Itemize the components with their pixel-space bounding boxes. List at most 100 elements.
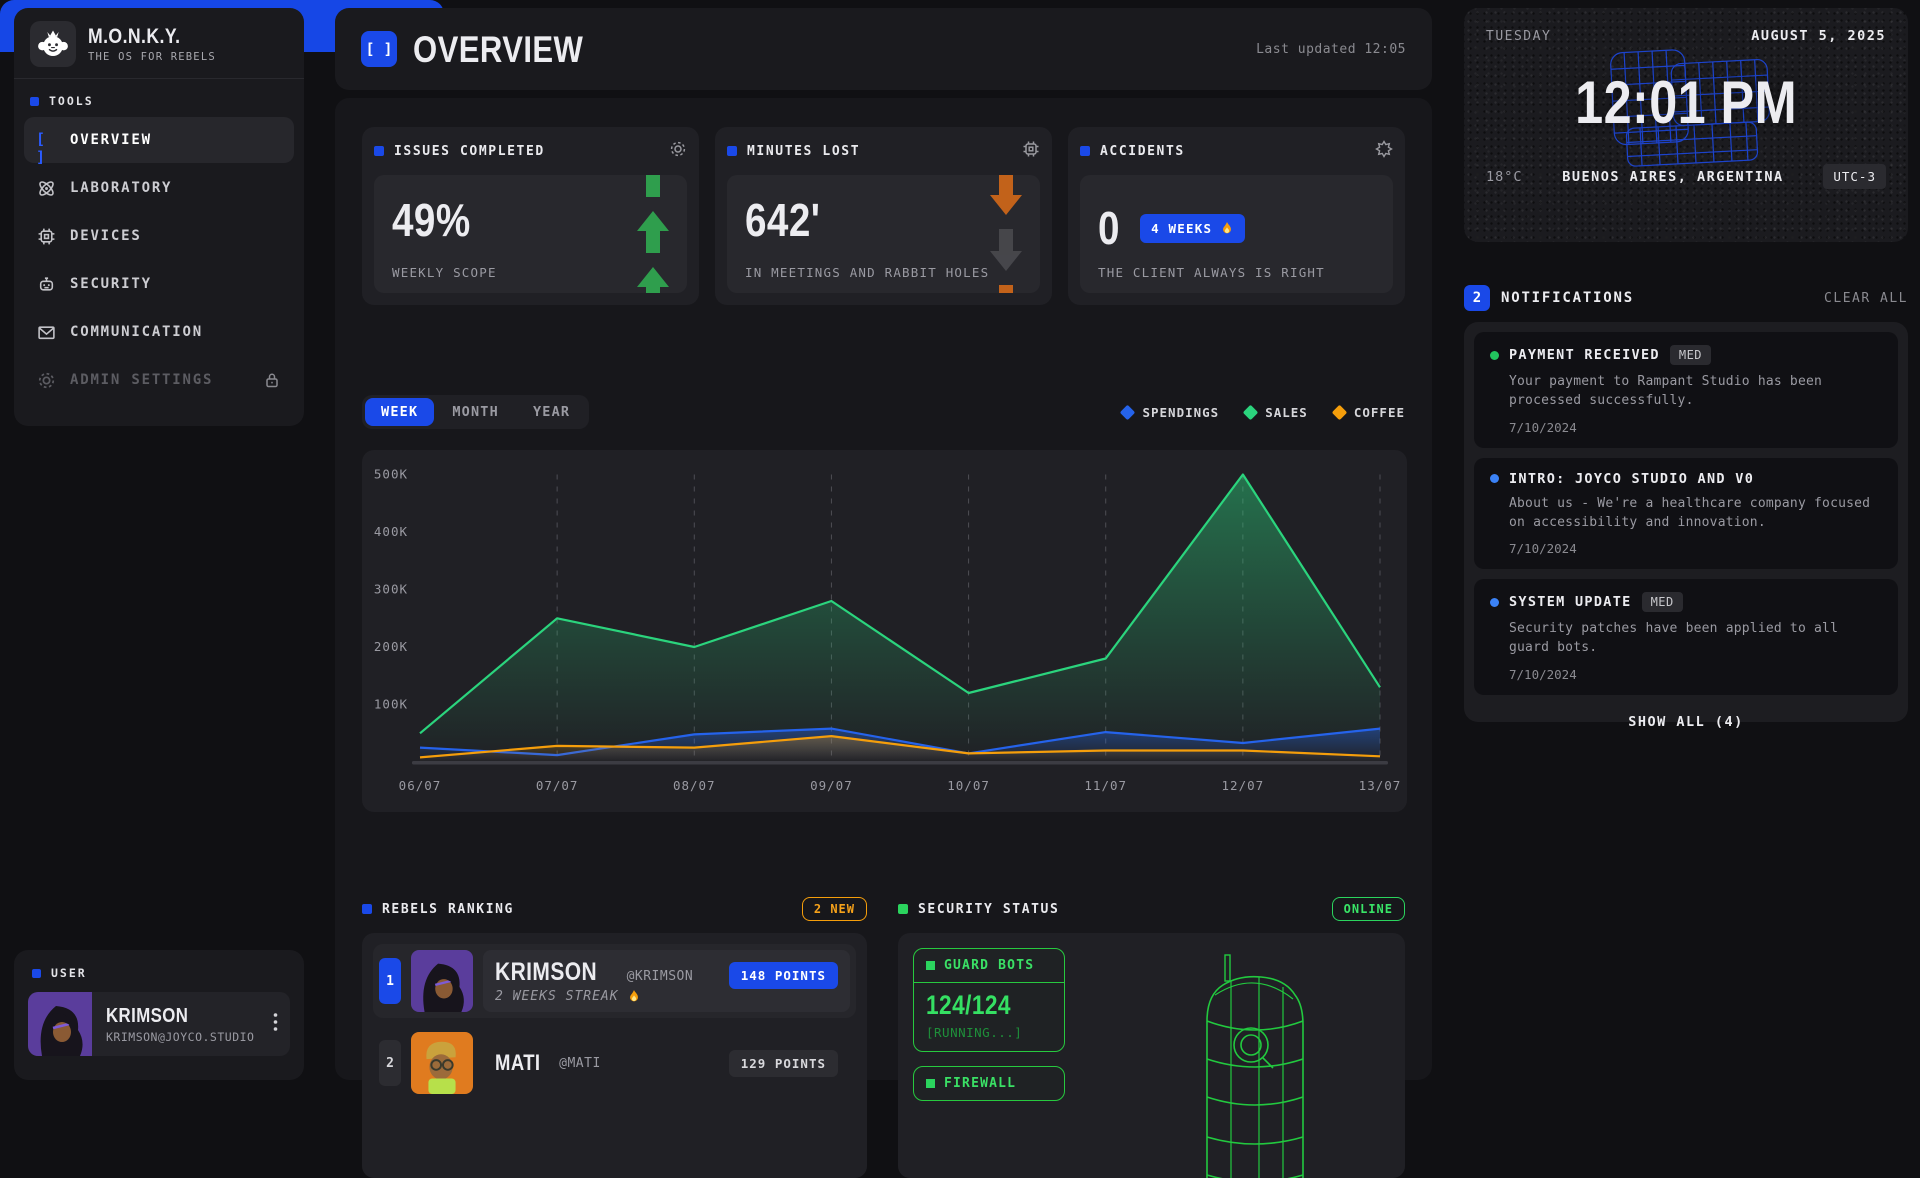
- trend-up-icon: [633, 175, 673, 293]
- points-badge: 148 POINTS: [729, 962, 838, 989]
- stat-value: 49%: [392, 197, 471, 243]
- svg-text:10/07: 10/07: [947, 778, 990, 793]
- stat-caption: WEEKLY SCOPE: [392, 265, 497, 280]
- svg-text:100K: 100K: [374, 697, 408, 712]
- stat-card-minutes-lost: MINUTES LOST 642' IN MEETINGS AND RABBIT…: [715, 127, 1052, 305]
- diamond-icon: [1243, 404, 1259, 420]
- overview-brackets-icon: [ ]: [361, 31, 397, 67]
- sidebar-item-security[interactable]: SECURITY: [24, 261, 294, 307]
- svg-text:12/07: 12/07: [1222, 778, 1265, 793]
- security-status-card: GUARD BOTS 124/124 [RUNNING...] FIREWALL: [898, 933, 1405, 1178]
- svg-text:08/07: 08/07: [673, 778, 716, 793]
- show-all-button[interactable]: SHOW ALL (4): [1474, 705, 1898, 734]
- clear-all-button[interactable]: CLEAR ALL: [1824, 291, 1908, 306]
- legend-coffee[interactable]: COFFEE: [1334, 405, 1405, 420]
- diamond-icon: [1332, 404, 1348, 420]
- stat-value: 0: [1098, 201, 1120, 255]
- chart-legend: SPENDINGS SALES COFFEE: [1122, 405, 1405, 420]
- sidebar-item-overview[interactable]: [ ] OVERVIEW: [24, 117, 294, 163]
- guard-bots-status: [RUNNING...]: [926, 1025, 1052, 1040]
- sidebar-item-communication[interactable]: COMMUNICATION: [24, 309, 294, 355]
- notification-payment-received[interactable]: PAYMENT RECEIVED MED Your payment to Ram…: [1474, 332, 1898, 448]
- points-badge: 129 POINTS: [729, 1050, 838, 1077]
- ranking-row-2[interactable]: 2 MATI @MATI 12: [373, 1026, 856, 1100]
- bottom-cards-row: REBELS RANKING 2 NEW 1: [362, 893, 1405, 1178]
- gear-icon: [36, 370, 56, 390]
- area-chart: 100K200K300K400K500K06/0707/0708/0709/07…: [362, 450, 1407, 812]
- svg-text:06/07: 06/07: [399, 778, 442, 793]
- main-content: ISSUES COMPLETED 49% WEEKLY SCOPE: [335, 98, 1432, 1080]
- monkey-logo-icon: [30, 21, 76, 67]
- card-bullet-icon: [898, 904, 908, 914]
- sidebar: M.O.N.K.Y. THE OS FOR REBELS TOOLS [ ] O…: [14, 8, 304, 426]
- chip-icon[interactable]: [1022, 140, 1040, 162]
- sidebar-item-devices[interactable]: DEVICES: [24, 213, 294, 259]
- card-bullet-icon: [362, 904, 372, 914]
- burst-icon[interactable]: [1375, 140, 1393, 162]
- ranking-row-1[interactable]: 1 KRIMSON @KRIMSON: [373, 944, 856, 1018]
- sidebar-item-admin-settings[interactable]: ADMIN SETTINGS: [24, 357, 294, 403]
- flame-icon: [1220, 221, 1234, 236]
- sidebar-item-laboratory[interactable]: LABORATORY: [24, 165, 294, 211]
- rebel-name: KRIMSON: [495, 960, 597, 985]
- notification-intro[interactable]: INTRO: JOYCO STUDIO AND V0 About us - We…: [1474, 458, 1898, 570]
- priority-chip: MED: [1642, 592, 1683, 612]
- diamond-icon: [1120, 404, 1136, 420]
- svg-text:300K: 300K: [374, 582, 408, 597]
- gear-icon[interactable]: [669, 140, 687, 162]
- rebel-handle: @MATI: [559, 1056, 601, 1071]
- tab-month[interactable]: MONTH: [436, 398, 515, 426]
- status-dot-icon: [1490, 474, 1499, 483]
- svg-text:13/07: 13/07: [1359, 778, 1402, 793]
- app-tagline: THE OS FOR REBELS: [88, 51, 216, 63]
- atom-icon: [36, 178, 56, 198]
- tab-week[interactable]: WEEK: [365, 398, 434, 426]
- chip-icon: [36, 226, 56, 246]
- guard-bot-wireframe: [1185, 947, 1335, 1178]
- mail-icon: [36, 322, 56, 342]
- notification-date: 7/10/2024: [1509, 541, 1882, 556]
- guard-bots-widget: GUARD BOTS 124/124 [RUNNING...]: [913, 948, 1065, 1052]
- notification-date: 7/10/2024: [1509, 420, 1882, 435]
- firewall-widget: FIREWALL: [913, 1066, 1065, 1101]
- online-badge: ONLINE: [1332, 897, 1405, 921]
- notification-body: About us - We're a healthcare company fo…: [1509, 495, 1882, 533]
- notification-system-update[interactable]: SYSTEM UPDATE MED Security patches have …: [1474, 579, 1898, 695]
- lock-icon: [262, 370, 282, 390]
- rank-badge: 2: [379, 1040, 401, 1086]
- app-logo-row: M.O.N.K.Y. THE OS FOR REBELS: [14, 8, 304, 78]
- user-card[interactable]: KRIMSON KRIMSON@JOYCO.STUDIO: [28, 992, 290, 1056]
- tools-section-label: TOOLS: [14, 79, 304, 117]
- svg-text:09/07: 09/07: [810, 778, 853, 793]
- user-email: KRIMSON@JOYCO.STUDIO: [106, 1030, 261, 1044]
- clock-card: TUESDAY AUGUST 5, 2025 12:01 PM 18°: [1464, 8, 1908, 242]
- rebel-handle: @KRIMSON: [627, 969, 694, 984]
- legend-sales[interactable]: SALES: [1245, 405, 1308, 420]
- stat-caption: IN MEETINGS AND RABBIT HOLES: [745, 265, 989, 280]
- status-dot-icon: [1490, 598, 1499, 607]
- rank-badge: 1: [379, 958, 401, 1004]
- security-title: SECURITY STATUS: [918, 902, 1059, 917]
- svg-text:11/07: 11/07: [1084, 778, 1127, 793]
- notification-body: Your payment to Rampant Studio has been …: [1509, 373, 1882, 411]
- notifications-title: NOTIFICATIONS: [1501, 290, 1634, 306]
- priority-chip: MED: [1670, 345, 1711, 365]
- stat-cards-row: ISSUES COMPLETED 49% WEEKLY SCOPE: [362, 127, 1405, 305]
- tab-year[interactable]: YEAR: [517, 398, 586, 426]
- page-title: OVERVIEW: [413, 29, 583, 71]
- legend-spendings[interactable]: SPENDINGS: [1122, 405, 1219, 420]
- time-display: 12:01 PM: [1575, 68, 1797, 137]
- kebab-menu-icon[interactable]: [261, 1012, 290, 1036]
- trend-down-icon: [986, 175, 1026, 293]
- stat-card-accidents: ACCIDENTS 0 4 WEEKS THE CLIENT ALWAYS IS…: [1068, 127, 1405, 305]
- notification-count-badge: 2: [1464, 285, 1490, 311]
- page-header: [ ] OVERVIEW Last updated 12:05: [335, 8, 1432, 90]
- notifications-panel: PAYMENT RECEIVED MED Your payment to Ram…: [1464, 322, 1908, 722]
- notification-date: 7/10/2024: [1509, 667, 1882, 682]
- section-bullet-icon: [32, 969, 41, 978]
- card-bullet-icon: [374, 146, 384, 156]
- chart-controls: WEEK MONTH YEAR SPENDINGS SALES COFFEE: [362, 395, 1405, 429]
- user-panel: USER KRIMSON KRIMSON@JOYCO.STUDIO: [14, 950, 304, 1080]
- svg-text:200K: 200K: [374, 639, 408, 654]
- rebel-name: MATI: [495, 1052, 540, 1074]
